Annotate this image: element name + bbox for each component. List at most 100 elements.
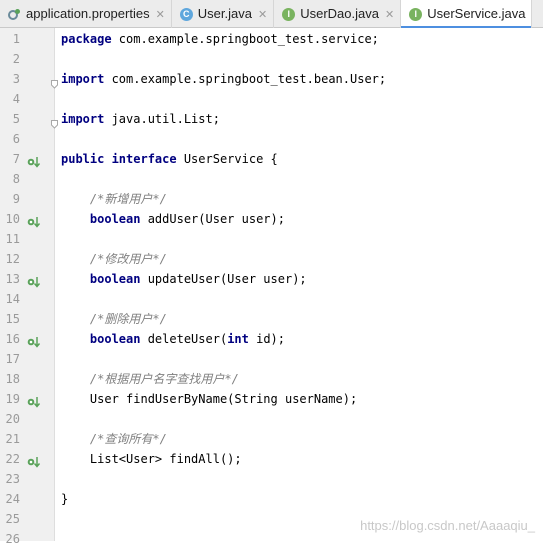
line-number: 14 xyxy=(5,292,20,306)
code-line[interactable]: 20 xyxy=(0,409,543,429)
code-editor[interactable]: 1 package com.example.springboot_test.ser… xyxy=(0,28,543,546)
line-number: 1 xyxy=(12,32,20,46)
code-text: /*修改用户*/ xyxy=(61,249,167,269)
fold-icon[interactable] xyxy=(51,74,58,89)
code-token: java.util.List; xyxy=(104,112,220,126)
tab-label: UserDao.java xyxy=(300,6,379,21)
code-token: List<User> findAll(); xyxy=(61,452,242,466)
keyword-token: import xyxy=(61,72,105,86)
implemented-method-icon[interactable] xyxy=(27,153,41,168)
code-line[interactable]: 10 boolean addUser(User user); xyxy=(0,209,543,229)
code-token: updateUser(User user); xyxy=(140,272,307,286)
editor-tab-bar: application.properties ✕ C User.java ✕ I UserD… xyxy=(0,0,543,29)
line-number: 21 xyxy=(5,432,20,446)
line-number: 15 xyxy=(5,312,20,326)
tab-label: UserService.java xyxy=(427,6,526,21)
code-line[interactable]: 15 /*删除用户*/ xyxy=(0,309,543,329)
keyword-token: public interface xyxy=(61,152,177,166)
comment-token: /*根据用户名字查找用户*/ xyxy=(61,372,239,386)
code-line[interactable]: 12 /*修改用户*/ xyxy=(0,249,543,269)
implemented-method-icon[interactable] xyxy=(27,393,41,408)
line-number: 20 xyxy=(5,412,20,426)
code-text: } xyxy=(61,489,68,509)
code-text: /*删除用户*/ xyxy=(61,309,167,329)
line-number: 17 xyxy=(5,352,20,366)
code-token: deleteUser( xyxy=(140,332,228,346)
implemented-method-icon[interactable] xyxy=(27,213,41,228)
code-line[interactable]: 21 /*查询所有*/ xyxy=(0,429,543,449)
code-line[interactable]: 17 xyxy=(0,349,543,369)
code-token: id); xyxy=(248,332,285,346)
code-text: List<User> findAll(); xyxy=(61,449,242,469)
interface-icon: I xyxy=(409,7,423,21)
line-number: 3 xyxy=(12,72,20,86)
line-number: 10 xyxy=(5,212,20,226)
close-icon[interactable]: ✕ xyxy=(258,8,267,21)
code-line[interactable]: 1 package com.example.springboot_test.ser… xyxy=(0,29,543,49)
line-number: 11 xyxy=(5,232,20,246)
code-text: public interface UserService { xyxy=(61,149,278,169)
implemented-method-icon[interactable] xyxy=(27,453,41,468)
code-line[interactable]: 14 xyxy=(0,289,543,309)
line-number: 8 xyxy=(12,172,20,186)
line-number: 18 xyxy=(5,372,20,386)
code-line[interactable]: 9 /*新增用户*/ xyxy=(0,189,543,209)
close-icon[interactable]: ✕ xyxy=(156,8,165,21)
tab-application-properties[interactable]: application.properties ✕ xyxy=(0,0,172,28)
code-text: package com.example.springboot_test.serv… xyxy=(61,29,379,49)
code-text: boolean addUser(User user); xyxy=(61,209,285,229)
line-number: 12 xyxy=(5,252,20,266)
line-number: 6 xyxy=(12,132,20,146)
implemented-method-icon[interactable] xyxy=(27,333,41,348)
line-number: 26 xyxy=(5,532,20,546)
line-number: 5 xyxy=(12,112,20,126)
code-line[interactable]: 5 import java.util.List; xyxy=(0,109,543,129)
code-line[interactable]: 16 boolean deleteUser(int id); xyxy=(0,329,543,349)
code-text: import java.util.List; xyxy=(61,109,220,129)
comment-token: /*新增用户*/ xyxy=(61,192,167,206)
watermark: https://blog.csdn.net/Aaaaqiu_ xyxy=(360,518,535,533)
interface-icon: I xyxy=(282,7,296,21)
code-token: User findUserByName(String userName); xyxy=(61,392,358,406)
comment-token: /*修改用户*/ xyxy=(61,252,167,266)
fold-icon[interactable] xyxy=(51,114,58,129)
keyword-token: int xyxy=(227,332,249,346)
line-number: 24 xyxy=(5,492,20,506)
close-icon[interactable]: ✕ xyxy=(385,8,394,21)
line-number: 7 xyxy=(12,152,20,166)
code-line[interactable]: 24} xyxy=(0,489,543,509)
class-icon: C xyxy=(179,7,193,21)
keyword-token: boolean xyxy=(89,272,141,286)
code-line[interactable]: 4 xyxy=(0,89,543,109)
tab-userservice-java[interactable]: I UserService.java xyxy=(401,0,533,29)
tab-user-java[interactable]: C User.java ✕ xyxy=(172,0,275,28)
line-number: 2 xyxy=(12,52,20,66)
comment-token: /*查询所有*/ xyxy=(61,432,167,446)
code-line[interactable]: 3 import com.example.springboot_test.bean… xyxy=(0,69,543,89)
code-token: com.example.springboot_test.bean.User; xyxy=(104,72,387,86)
line-number: 22 xyxy=(5,452,20,466)
implemented-method-icon[interactable] xyxy=(27,273,41,288)
code-token: UserService { xyxy=(176,152,278,166)
code-text: /*查询所有*/ xyxy=(61,429,167,449)
code-line[interactable]: 11 xyxy=(0,229,543,249)
code-line[interactable]: 22 List<User> findAll(); xyxy=(0,449,543,469)
keyword-token: boolean xyxy=(89,212,141,226)
tab-userdao-java[interactable]: I UserDao.java ✕ xyxy=(274,0,402,28)
keyword-token: import xyxy=(61,112,105,126)
code-text: import com.example.springboot_test.bean.… xyxy=(61,69,386,89)
code-line[interactable]: 2 xyxy=(0,49,543,69)
comment-token: /*删除用户*/ xyxy=(61,312,167,326)
code-token: com.example.springboot_test.service; xyxy=(111,32,379,46)
code-line[interactable]: 8 xyxy=(0,169,543,189)
code-line[interactable]: 18 /*根据用户名字查找用户*/ xyxy=(0,369,543,389)
code-line[interactable]: 13 boolean updateUser(User user); xyxy=(0,269,543,289)
code-text: /*根据用户名字查找用户*/ xyxy=(61,369,239,389)
code-line[interactable]: 7 public interface UserService { xyxy=(0,149,543,169)
tab-label: User.java xyxy=(197,6,252,21)
code-line[interactable]: 19 User findUserByName(String userName); xyxy=(0,389,543,409)
code-line[interactable]: 6 xyxy=(0,129,543,149)
code-line[interactable]: 23 xyxy=(0,469,543,489)
